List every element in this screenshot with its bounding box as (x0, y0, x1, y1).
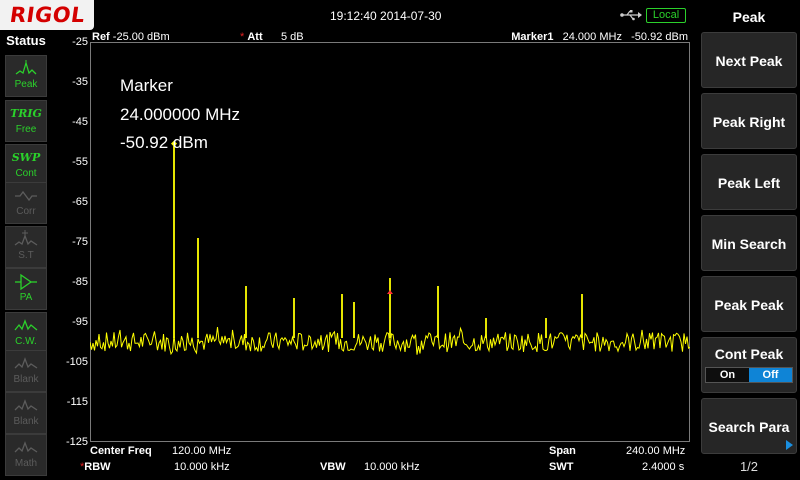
status-label: S.T (18, 250, 34, 261)
marker-readout-box: Marker 24.000000 MHz -50.92 dBm (120, 72, 240, 158)
rigol-logo: RIGOL (0, 0, 94, 30)
corr-icon (15, 190, 37, 202)
softkey-label: Search Para (708, 419, 790, 435)
logo-text: RIGOL (7, 3, 87, 27)
y-tick-label: -95 (72, 316, 88, 328)
top-bar: RIGOL 19:12:40 2014-07-30 Local (0, 0, 698, 30)
status-corr-button[interactable]: Corr (5, 182, 47, 224)
rbw[interactable]: *RBW (80, 461, 111, 473)
next-peak-button[interactable]: Next Peak (701, 32, 797, 88)
center-label: Center Freq (90, 445, 152, 457)
peak-peak-button[interactable]: Peak Peak (701, 276, 797, 332)
y-tick-label: -25 (72, 36, 88, 48)
st-icon (14, 230, 38, 246)
trig-icon: TRIG (10, 107, 42, 120)
toggle-off[interactable]: Off (749, 368, 792, 382)
cont-peak-button[interactable]: Cont Peak On Off (701, 337, 797, 393)
softkey-menu: Peak Next Peak Peak Right Peak Left Min … (698, 0, 800, 480)
softkey-label: Peak Peak (714, 297, 784, 313)
cw-icon (14, 319, 38, 331)
span-value: 240.00 MHz (626, 445, 686, 457)
peak-right-button[interactable]: Peak Right (701, 93, 797, 149)
softkey-label: Peak Left (717, 175, 781, 191)
toggle-on[interactable]: On (706, 368, 749, 382)
status-blank1-button[interactable]: Blank (5, 350, 47, 392)
status-title: Status (6, 33, 46, 48)
y-tick-label: -45 (72, 116, 88, 128)
status-swp-button[interactable]: SWP Cont (5, 144, 47, 186)
vbw-label: VBW (320, 461, 346, 473)
vbw[interactable]: VBW (320, 461, 346, 473)
status-label: PA (19, 292, 33, 303)
y-tick-label: -65 (72, 196, 88, 208)
y-tick-label: -115 (66, 396, 88, 408)
status-label: C.W. (15, 336, 37, 347)
y-axis: -25 -35 -45 -55 -65 -75 -85 -95 -105 -115 -125 (52, 30, 90, 450)
marker-box-level: -50.92 dBm (120, 133, 208, 152)
marker-box-freq: 24.000000 MHz (120, 104, 241, 124)
y-tick-label: -35 (72, 76, 88, 88)
submenu-arrow-icon (786, 440, 793, 450)
pa-icon (15, 273, 37, 291)
rbw-label: RBW (84, 461, 111, 473)
peak-search-marker (387, 290, 393, 294)
softkey-label: Min Search (711, 236, 787, 252)
marker-box-title: Marker (120, 76, 173, 95)
status-panel: Status Peak TRIG Free SWP Cont Corr S.T (0, 30, 52, 480)
softkey-label: Peak Right (712, 114, 786, 130)
page-indicator: 1/2 (739, 459, 759, 474)
swt-label: SWT (549, 461, 574, 473)
span[interactable]: Span (549, 445, 576, 457)
cont-peak-toggle[interactable]: On Off (705, 367, 793, 383)
status-label: Free (15, 124, 37, 135)
usb-icon (620, 10, 642, 21)
status-math-button[interactable]: Math (5, 434, 47, 476)
swp-icon: SWP (11, 151, 41, 164)
status-label: Cont (15, 168, 37, 179)
peak-left-button[interactable]: Peak Left (701, 154, 797, 210)
status-label: Peak (14, 79, 38, 90)
menu-title: Peak (732, 9, 766, 25)
status-pa-button[interactable]: PA (5, 268, 47, 310)
y-tick-label: -85 (72, 276, 88, 288)
status-label: Corr (16, 206, 36, 217)
vbw-value: 10.000 kHz (364, 461, 420, 473)
status-label: Blank (13, 416, 39, 427)
status-trig-button[interactable]: TRIG Free (5, 100, 47, 142)
status-label: Math (14, 458, 38, 469)
y-tick-label: -75 (72, 236, 88, 248)
status-st-button[interactable]: S.T (5, 226, 47, 268)
y-tick-label: -55 (72, 156, 88, 168)
blank-icon (14, 357, 38, 369)
settings-bar: Center Freq 120.00 MHz Span 240.00 MHz *… (52, 442, 698, 480)
y-tick-label: -105 (65, 356, 88, 368)
status-label: Blank (13, 374, 39, 385)
blank-icon (14, 399, 38, 411)
datetime: 19:12:40 2014-07-30 (330, 9, 442, 23)
softkey-label: Next Peak (715, 53, 783, 69)
swt-value: 2.4000 s (642, 461, 685, 473)
peak-icon (15, 60, 37, 75)
swt[interactable]: SWT (549, 461, 573, 473)
min-search-button[interactable]: Min Search (701, 215, 797, 271)
math-icon (14, 441, 38, 453)
status-cw-button[interactable]: C.W. (5, 312, 47, 354)
status-peak-button[interactable]: Peak (5, 55, 47, 97)
local-badge: Local (646, 8, 686, 23)
search-para-button[interactable]: Search Para (701, 398, 797, 454)
softkey-label: Cont Peak (714, 346, 784, 362)
status-blank2-button[interactable]: Blank (5, 392, 47, 434)
center-freq[interactable]: Center Freq (90, 445, 152, 457)
span-label: Span (549, 445, 576, 457)
rbw-value: 10.000 kHz (174, 461, 230, 473)
center-value: 120.00 MHz (172, 445, 232, 457)
